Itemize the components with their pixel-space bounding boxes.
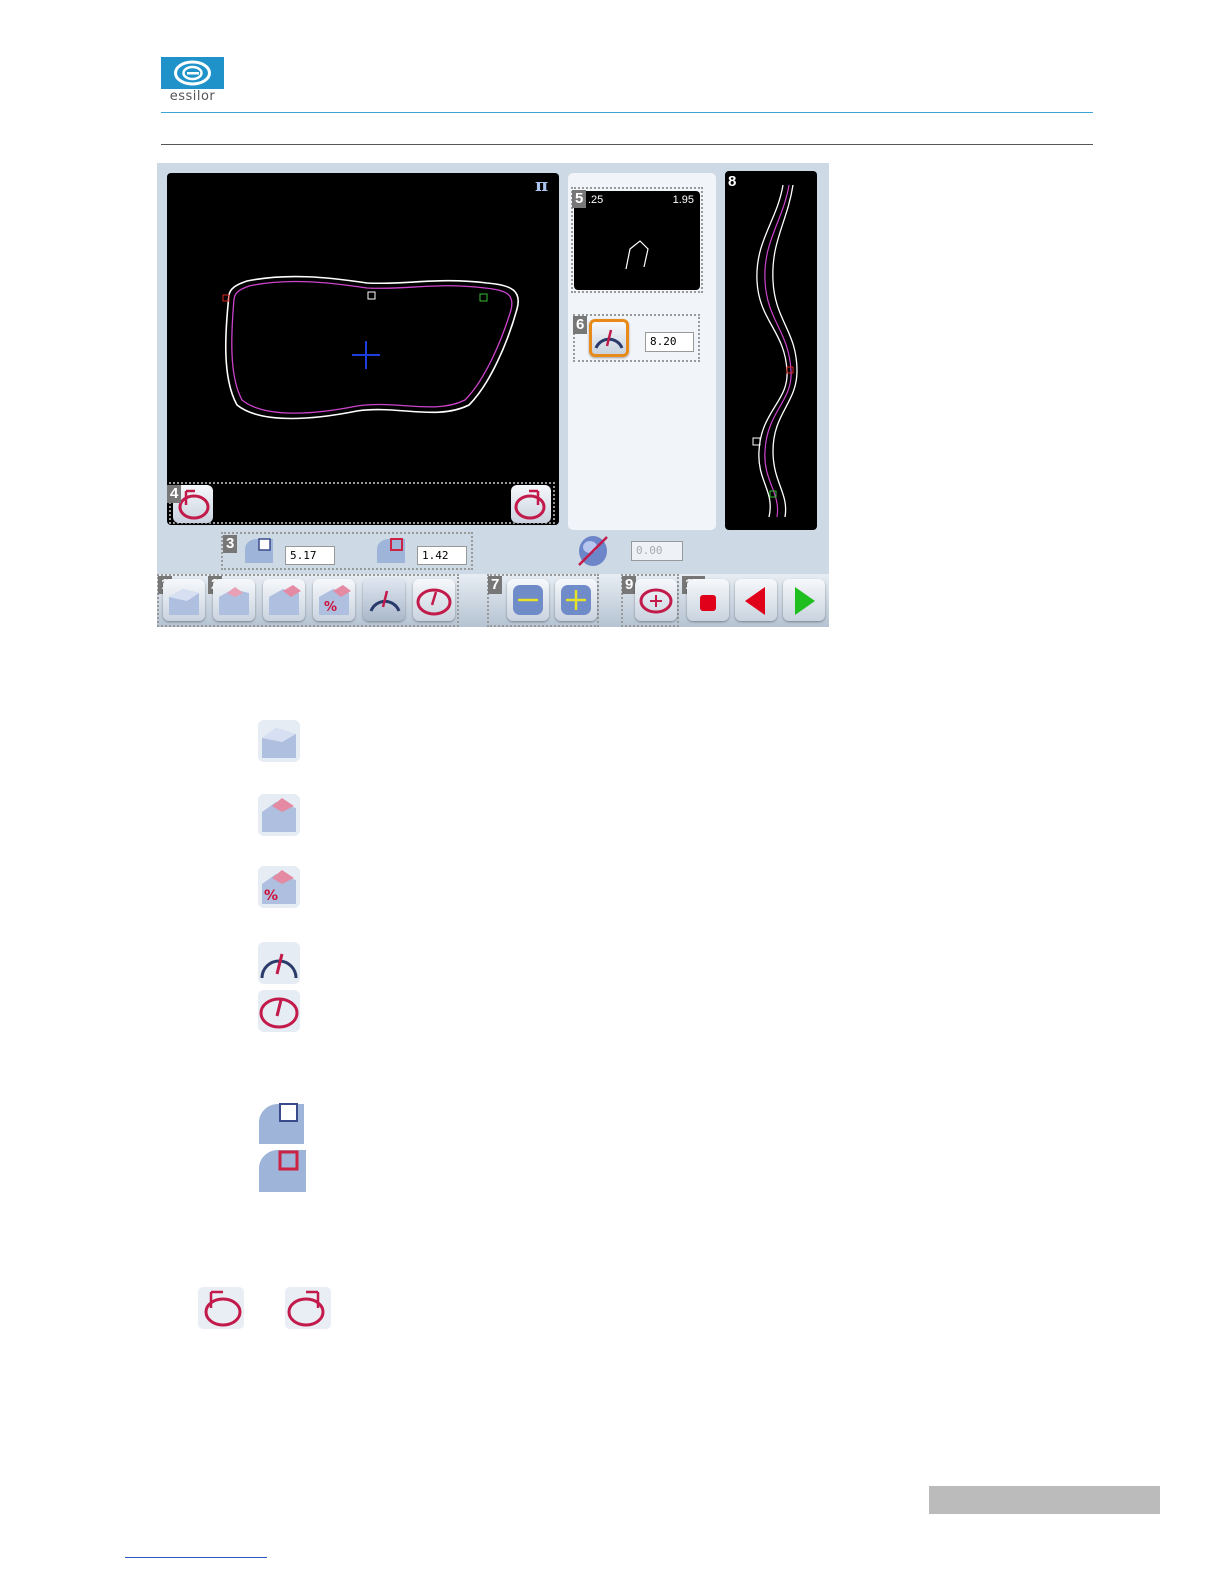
- bevel-trace-icon: [752, 184, 798, 518]
- front-position-field[interactable]: 5.17: [285, 546, 335, 565]
- bevel-auto-icon: [169, 589, 199, 615]
- tilt-icon: [578, 536, 608, 566]
- footer-bar: [929, 1486, 1160, 1514]
- back-button[interactable]: [735, 579, 777, 621]
- svg-text:%: %: [264, 888, 278, 904]
- svg-text:π: π: [535, 175, 548, 196]
- rear-position-icon: [375, 535, 407, 565]
- bevel-auto-icon: [258, 720, 300, 762]
- plus-button[interactable]: [555, 579, 597, 621]
- legend-curve-oval: [256, 988, 302, 1034]
- rotate-right-icon: [285, 1287, 331, 1329]
- plus-icon: [561, 585, 591, 615]
- label-6: 6: [573, 316, 588, 334]
- forward-arrow-icon: [795, 587, 815, 615]
- legend-bevel-auto: [256, 718, 302, 764]
- curve-button[interactable]: [589, 319, 629, 357]
- legend-bevel-percent: %: [256, 864, 302, 910]
- svg-text:%: %: [324, 600, 337, 615]
- curve-oval-button[interactable]: [413, 579, 455, 621]
- back-arrow-icon: [745, 587, 765, 615]
- minus-button[interactable]: [507, 579, 549, 621]
- bevel-percent-icon: %: [258, 866, 300, 908]
- legend-front-position: [256, 1100, 306, 1146]
- curve-arc-icon: [369, 590, 401, 612]
- tilt-button[interactable]: [575, 534, 611, 568]
- front-position-icon: [243, 535, 275, 565]
- recenter-button[interactable]: [635, 579, 677, 621]
- legend-rear-position: [256, 1146, 308, 1194]
- logo-wordmark: essilor: [169, 89, 216, 104]
- lens-shape-icon: π: [222, 175, 548, 420]
- recenter-icon: [639, 588, 673, 614]
- curve-oval-icon: [416, 588, 452, 616]
- front-position-icon: [259, 1103, 304, 1144]
- label-8: 8: [728, 173, 737, 190]
- bevel-front-icon: [219, 587, 249, 615]
- shape-view[interactable]: π 4: [167, 173, 559, 525]
- curve-arc-button[interactable]: [363, 579, 405, 621]
- profile-view[interactable]: 8: [725, 171, 817, 530]
- curve-value-field[interactable]: 8.20: [645, 332, 694, 352]
- curve-arc-icon: [258, 942, 300, 984]
- legend-curve-arc: [256, 940, 302, 986]
- bevel-back-button[interactable]: [263, 579, 305, 621]
- bevel-preview: .25 1.95: [574, 191, 700, 290]
- forward-button[interactable]: [783, 579, 825, 621]
- bevel-front-icon: [258, 794, 300, 836]
- rotate-right-icon: [514, 489, 546, 520]
- footer-link-underline[interactable]: [125, 1557, 267, 1558]
- label-3: 3: [223, 535, 238, 553]
- edger-screen: π 4 .25 1.95 5 8.20 6 8 3 5.17 1.42 0.00: [157, 163, 829, 627]
- label-7: 7: [488, 576, 503, 594]
- label-4: 4: [167, 485, 182, 503]
- rotate-right-button[interactable]: [511, 485, 551, 523]
- legend-bevel-front: [256, 792, 302, 838]
- bevel-profile-icon: [625, 240, 649, 270]
- stop-icon: [700, 595, 716, 611]
- rear-position-field[interactable]: 1.42: [417, 546, 467, 565]
- logo-mark: [161, 57, 224, 89]
- bottom-toolbar: 1 2 %: [157, 574, 829, 627]
- bevel-auto-button[interactable]: [163, 579, 205, 621]
- minus-icon: [513, 585, 543, 615]
- curve-arc-icon: [594, 329, 624, 349]
- bevel-panel: .25 1.95 5 8.20 6: [568, 173, 716, 530]
- bevel-percent-button[interactable]: %: [313, 579, 355, 621]
- legend-rotate-right: [284, 1286, 332, 1330]
- rotate-left-icon: [198, 1287, 244, 1329]
- rear-position-icon: [259, 1150, 306, 1192]
- header-rule: [161, 112, 1093, 113]
- essilor-logo: essilor: [161, 57, 224, 104]
- stop-button[interactable]: [687, 579, 729, 621]
- legend-rotate-left: [197, 1286, 245, 1330]
- curve-oval-icon: [258, 990, 300, 1032]
- bevel-back-icon: [269, 585, 301, 615]
- bevel-front-button[interactable]: [213, 579, 255, 621]
- rotation-strip: [169, 482, 555, 524]
- label-5: 5: [572, 190, 587, 208]
- tilt-value-field: 0.00: [631, 541, 683, 561]
- bevel-percent-icon: %: [319, 585, 351, 615]
- section-rule: [161, 144, 1093, 145]
